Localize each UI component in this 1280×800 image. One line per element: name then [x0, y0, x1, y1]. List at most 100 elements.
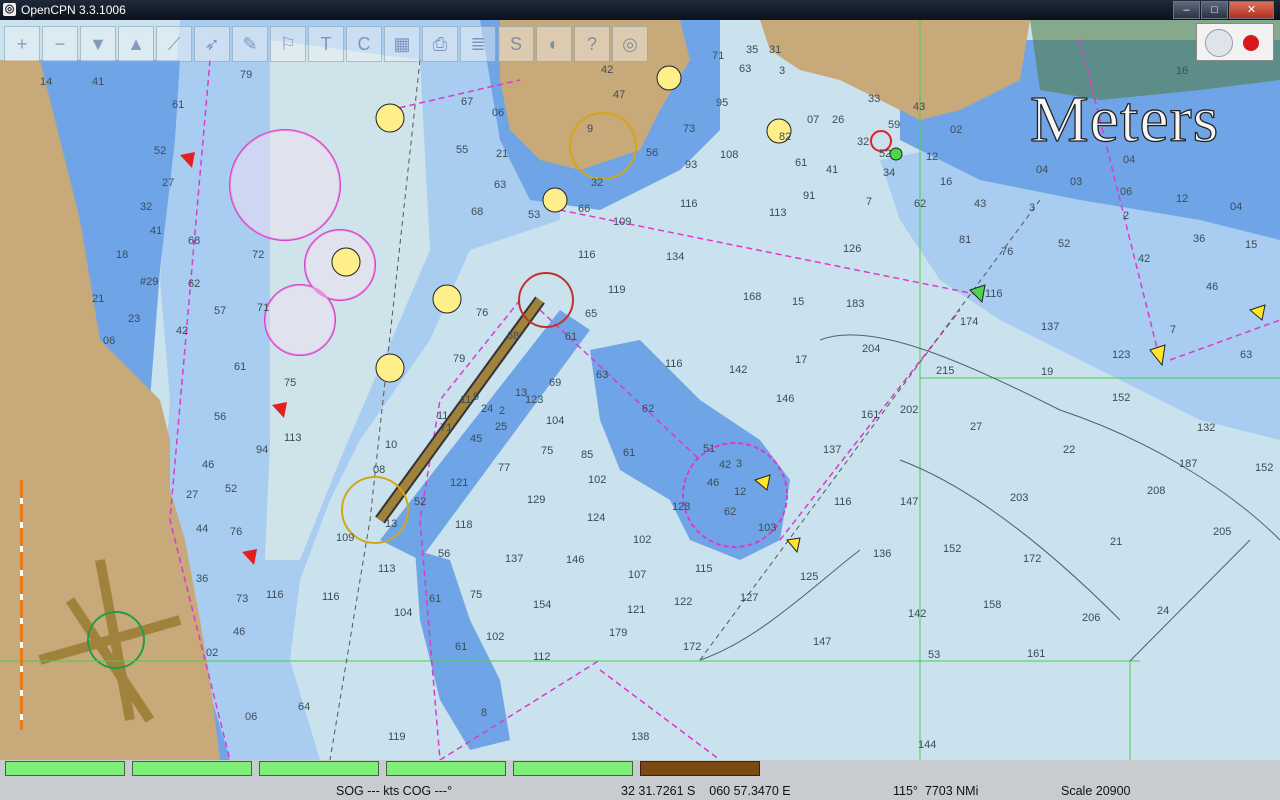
depth-sounding: 04	[1230, 201, 1242, 213]
help-icon: ?	[586, 33, 597, 54]
text-button[interactable]: ⚐	[270, 26, 306, 62]
depth-sounding: 36	[1193, 233, 1205, 245]
depth-sounding: 63	[739, 63, 751, 75]
compass-widget[interactable]	[1196, 23, 1274, 61]
scale-out-icon: ▲	[127, 33, 145, 54]
depth-sounding: 24	[1157, 605, 1169, 617]
depth-sounding: 63	[1240, 349, 1252, 361]
depth-sounding: 79	[240, 69, 252, 81]
depth-sounding: 53	[528, 209, 540, 221]
tide-button[interactable]: T	[308, 26, 344, 62]
depth-sounding: 174	[960, 316, 978, 328]
minimize-button[interactable]: –	[1173, 1, 1200, 19]
depth-sounding: 71	[712, 50, 724, 62]
depth-sounding: 152	[1255, 462, 1273, 474]
mob-button[interactable]: ◎	[612, 26, 648, 62]
color-scheme-button[interactable]: ◐	[536, 26, 572, 62]
depth-sounding: 27	[970, 421, 982, 433]
depth-sounding: 168	[743, 291, 761, 303]
depth-sounding: 2	[1123, 210, 1129, 222]
scale-in-icon: ▼	[89, 33, 107, 54]
follow-button[interactable]: ➶	[194, 26, 230, 62]
print-button[interactable]: ⎙	[422, 26, 458, 62]
depth-sounding: 35	[746, 44, 758, 56]
depth-sounding: 9	[473, 391, 479, 403]
depth-sounding: 75	[470, 589, 482, 601]
depth-sounding: 121	[627, 604, 645, 616]
depth-sounding: 12	[734, 486, 746, 498]
chart-quilting-button[interactable]: ▦	[384, 26, 420, 62]
depth-sounding: 61	[172, 99, 184, 111]
depth-sounding: 152	[943, 543, 961, 555]
depth-sounding: 32	[591, 177, 603, 189]
depth-sounding: 144	[918, 739, 936, 751]
route-button[interactable]: ⟋	[156, 26, 192, 62]
depth-sounding: 203	[1010, 492, 1028, 504]
depth-sounding: 91	[803, 190, 815, 202]
depth-sounding: 137	[823, 444, 841, 456]
depth-sounding: 102	[486, 631, 504, 643]
track-icon: S	[509, 33, 522, 54]
chart-bar-key[interactable]	[386, 761, 506, 776]
depth-sounding: 13	[385, 518, 397, 530]
depth-sounding: 06	[1120, 186, 1132, 198]
sog-cog-readout: SOG --- kts COG ---°	[336, 784, 453, 798]
scale-in-button[interactable]: ▼	[80, 26, 116, 62]
depth-sounding: 138	[631, 731, 649, 743]
depth-sounding: 112	[533, 651, 551, 663]
depth-sounding: 115	[695, 563, 713, 575]
depth-sounding: 7	[866, 196, 872, 208]
chart-bar-key[interactable]	[132, 761, 252, 776]
depth-sounding: 11	[460, 394, 471, 406]
depth-sounding: 124	[587, 512, 605, 524]
settings-button[interactable]: ✎	[232, 26, 268, 62]
depth-sounding: 146	[566, 554, 584, 566]
depth-sounding: 56	[438, 548, 450, 560]
depth-sounding: 128	[672, 501, 690, 513]
depth-sounding: 187	[1179, 458, 1197, 470]
print-icon: ⎙	[432, 33, 448, 54]
scale-out-button[interactable]: ▲	[118, 26, 154, 62]
current-button[interactable]: C	[346, 26, 382, 62]
depth-sounding: 75	[284, 377, 296, 389]
depth-sounding: 208	[1147, 485, 1165, 497]
current-icon: C	[357, 33, 371, 54]
chart-bar-key[interactable]	[513, 761, 633, 776]
depth-sounding: 61	[429, 593, 441, 605]
depth-sounding: 104	[546, 415, 564, 427]
depth-sounding: 183	[846, 298, 864, 310]
depth-sounding: 142	[729, 364, 747, 376]
depth-sounding: 3	[736, 458, 742, 470]
close-button[interactable]: ✕	[1229, 1, 1274, 19]
zoom-in-button[interactable]: +	[4, 26, 40, 62]
depth-sounding: 11	[437, 410, 448, 422]
zoom-out-icon: −	[54, 33, 66, 54]
depth-sounding: 9	[587, 123, 593, 135]
depth-sounding: 52	[154, 145, 166, 157]
depth-sounding: 56	[214, 411, 226, 423]
window-title: OpenCPN 3.3.1006	[21, 3, 126, 17]
track-button[interactable]: S	[498, 26, 534, 62]
depth-sounding: 3	[1029, 202, 1035, 214]
depth-sounding: 22	[1063, 444, 1075, 456]
depth-sounding: 02	[206, 647, 218, 659]
help-button[interactable]: ?	[574, 26, 610, 62]
depth-sounding: 116	[322, 591, 340, 603]
opencpn-icon: ◎	[3, 3, 16, 16]
depth-sounding: 116	[665, 358, 683, 370]
depth-sounding: 41	[826, 164, 838, 176]
depth-sounding: 15	[1245, 239, 1257, 251]
depth-sounding: 61	[795, 157, 807, 169]
depth-sounding: 68	[471, 206, 483, 218]
depth-sounding: 161	[861, 409, 879, 421]
zoom-out-button[interactable]: −	[42, 26, 78, 62]
depth-sounding: 152	[1112, 392, 1130, 404]
maximize-button[interactable]: □	[1201, 1, 1228, 19]
route-manager-button[interactable]: ≣	[460, 26, 496, 62]
depth-sounding: 44	[196, 523, 208, 535]
chart-bar-key[interactable]	[259, 761, 379, 776]
depth-sounding: 119	[388, 731, 406, 743]
chart-bar-key[interactable]	[5, 761, 125, 776]
depth-sounding: 06	[492, 107, 504, 119]
chart-bar-key[interactable]	[640, 761, 760, 776]
